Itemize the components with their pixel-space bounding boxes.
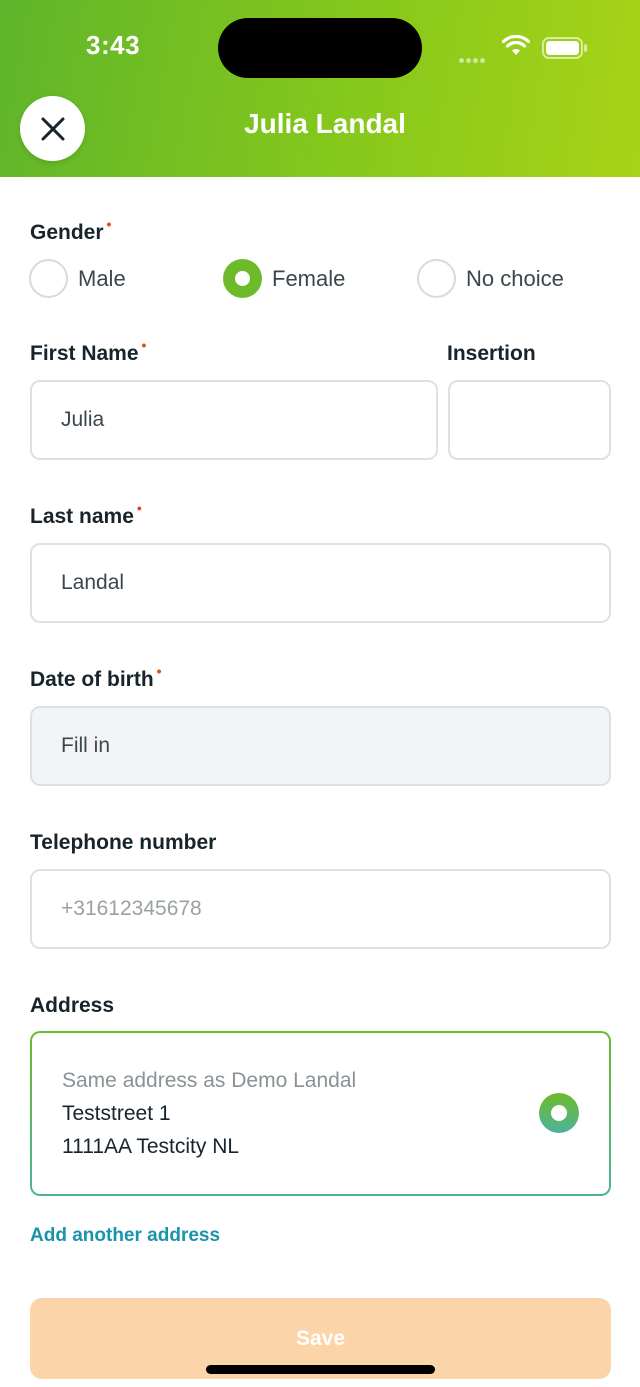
header-bar: 3:43 Julia Landal [0, 0, 640, 177]
radio-button[interactable] [29, 259, 68, 298]
address-street: Teststreet 1 [62, 1102, 171, 1125]
address-city: 1111AA Testcity NL [62, 1135, 240, 1158]
telephone-field[interactable]: +31612345678 [30, 869, 611, 949]
wifi-icon [501, 34, 531, 62]
cellular-signal-icon [459, 50, 487, 68]
address-subtitle: Same address as Demo Landal [62, 1069, 357, 1092]
dynamic-island [218, 18, 422, 78]
radio-button-selected[interactable] [223, 259, 262, 298]
radio-label: Female [272, 265, 346, 291]
last-name-field[interactable]: Landal [30, 543, 611, 623]
address-option-card[interactable]: Same address as Demo Landal Teststreet 1… [30, 1031, 611, 1196]
battery-icon [542, 37, 588, 64]
required-marker: • [141, 337, 147, 353]
address-label: Address [30, 994, 115, 1017]
required-marker: • [136, 500, 142, 516]
first-name-field[interactable]: Julia [30, 380, 438, 460]
insertion-field[interactable] [448, 380, 611, 460]
gender-option-female[interactable]: Female [223, 259, 345, 298]
last-name-label: Last name • [30, 500, 142, 528]
page-title: Julia Landal [244, 108, 406, 139]
date-of-birth-field[interactable]: Fill in [30, 706, 611, 786]
required-marker: • [156, 663, 162, 679]
date-of-birth-label: Date of birth • [30, 663, 162, 691]
first-name-label: First Name • [30, 337, 147, 365]
insertion-label: Insertion [447, 342, 536, 365]
gender-option-male[interactable]: Male [29, 259, 126, 298]
gender-option-no-choice[interactable]: No choice [417, 259, 564, 298]
telephone-label: Telephone number [30, 831, 217, 854]
home-indicator [206, 1365, 435, 1374]
radio-button[interactable] [417, 259, 456, 298]
radio-label: No choice [466, 265, 564, 291]
radio-label: Male [78, 265, 126, 291]
address-radio-selected[interactable] [539, 1093, 579, 1133]
status-time: 3:43 [86, 30, 141, 60]
add-another-address-link[interactable]: Add another address [30, 1225, 220, 1247]
gender-label: Gender • [30, 216, 112, 244]
required-marker: • [106, 216, 112, 232]
